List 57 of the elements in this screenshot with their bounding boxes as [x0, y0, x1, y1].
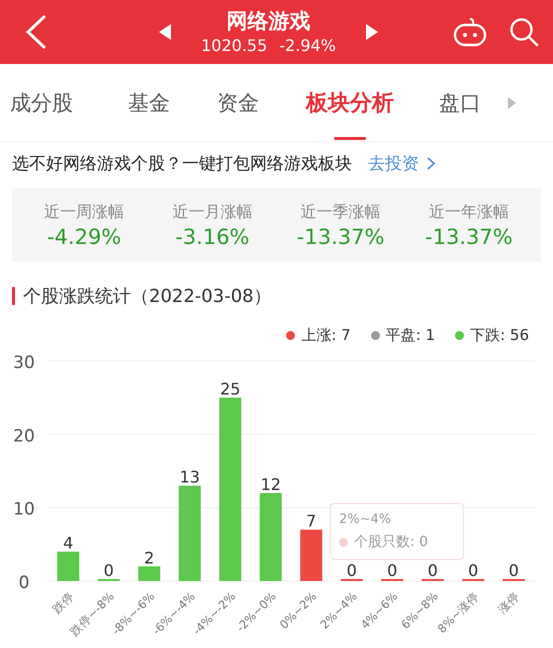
tooltip-text: 个股只数: 0: [354, 533, 428, 551]
back-icon[interactable]: [24, 15, 48, 49]
bar-value: 12: [260, 475, 281, 494]
stat-label: 近一周涨幅: [44, 202, 124, 222]
index-change: -2.94%: [279, 35, 336, 57]
bar-value: 7: [306, 512, 316, 531]
tab[interactable]: 板块分析: [306, 64, 394, 142]
previous-icon[interactable]: [159, 24, 172, 40]
x-axis-label: 跌停: [50, 589, 76, 616]
scroll-right-icon[interactable]: [508, 96, 516, 108]
bar-value: 0: [508, 561, 519, 580]
y-axis-label: 0: [18, 573, 30, 593]
section-marker: [12, 287, 15, 305]
tab[interactable]: 基金: [128, 64, 187, 142]
stat-label: 近一年涨幅: [428, 202, 509, 222]
bar-value: 0: [387, 561, 398, 580]
stat-value: -13.37%: [425, 224, 513, 248]
bar-value: 0: [346, 561, 357, 580]
y-axis-label: 20: [13, 426, 35, 446]
search-icon[interactable]: [509, 17, 539, 47]
bar[interactable]: [178, 486, 201, 581]
bar[interactable]: [57, 552, 80, 581]
bar-value: 4: [63, 534, 74, 553]
index-price: 1020.55: [201, 35, 268, 57]
chevron-icon[interactable]: [427, 156, 435, 170]
sector-title: 网络游戏: [226, 8, 310, 35]
next-icon[interactable]: [366, 24, 378, 40]
bar-value: 2: [144, 548, 154, 568]
tab[interactable]: 资金: [217, 64, 276, 142]
promo-text: 选不好网络游戏个股？一键打包网络游戏板块: [12, 152, 352, 174]
y-axis-label: 30: [13, 353, 35, 373]
legend-label: 平盘: 1: [386, 326, 436, 345]
bar[interactable]: [300, 530, 322, 581]
legend-label: 下跌: 56: [470, 326, 529, 345]
y-axis-label: 10: [13, 500, 35, 520]
tab[interactable]: 盘口: [439, 64, 498, 142]
bar-value: 13: [180, 468, 200, 487]
robot-icon[interactable]: [453, 17, 487, 47]
stat-value: -3.16%: [175, 224, 250, 248]
bar[interactable]: [138, 566, 160, 581]
stat-value: -4.29%: [46, 224, 122, 248]
bar-value: 25: [220, 380, 240, 399]
bar-value: 0: [428, 561, 438, 580]
legend-label: 上涨: 7: [301, 326, 351, 345]
x-axis-label: 涨停: [495, 589, 522, 616]
bar[interactable]: [219, 398, 242, 581]
stat-value: -13.37%: [296, 224, 384, 248]
tooltip-title: 2%~4%: [339, 512, 392, 527]
active-tab-underline: [334, 136, 366, 140]
bar-value: 0: [468, 561, 478, 580]
tab[interactable]: 成分股: [10, 64, 90, 142]
tooltip-dot: [339, 538, 348, 546]
section-title: 个股涨跌统计（2022-03-08）: [23, 285, 272, 308]
stat-label: 近一月涨幅: [172, 202, 252, 222]
stat-label: 近一季涨幅: [300, 202, 381, 222]
bar[interactable]: [260, 493, 282, 581]
bar-value: 0: [104, 561, 114, 580]
